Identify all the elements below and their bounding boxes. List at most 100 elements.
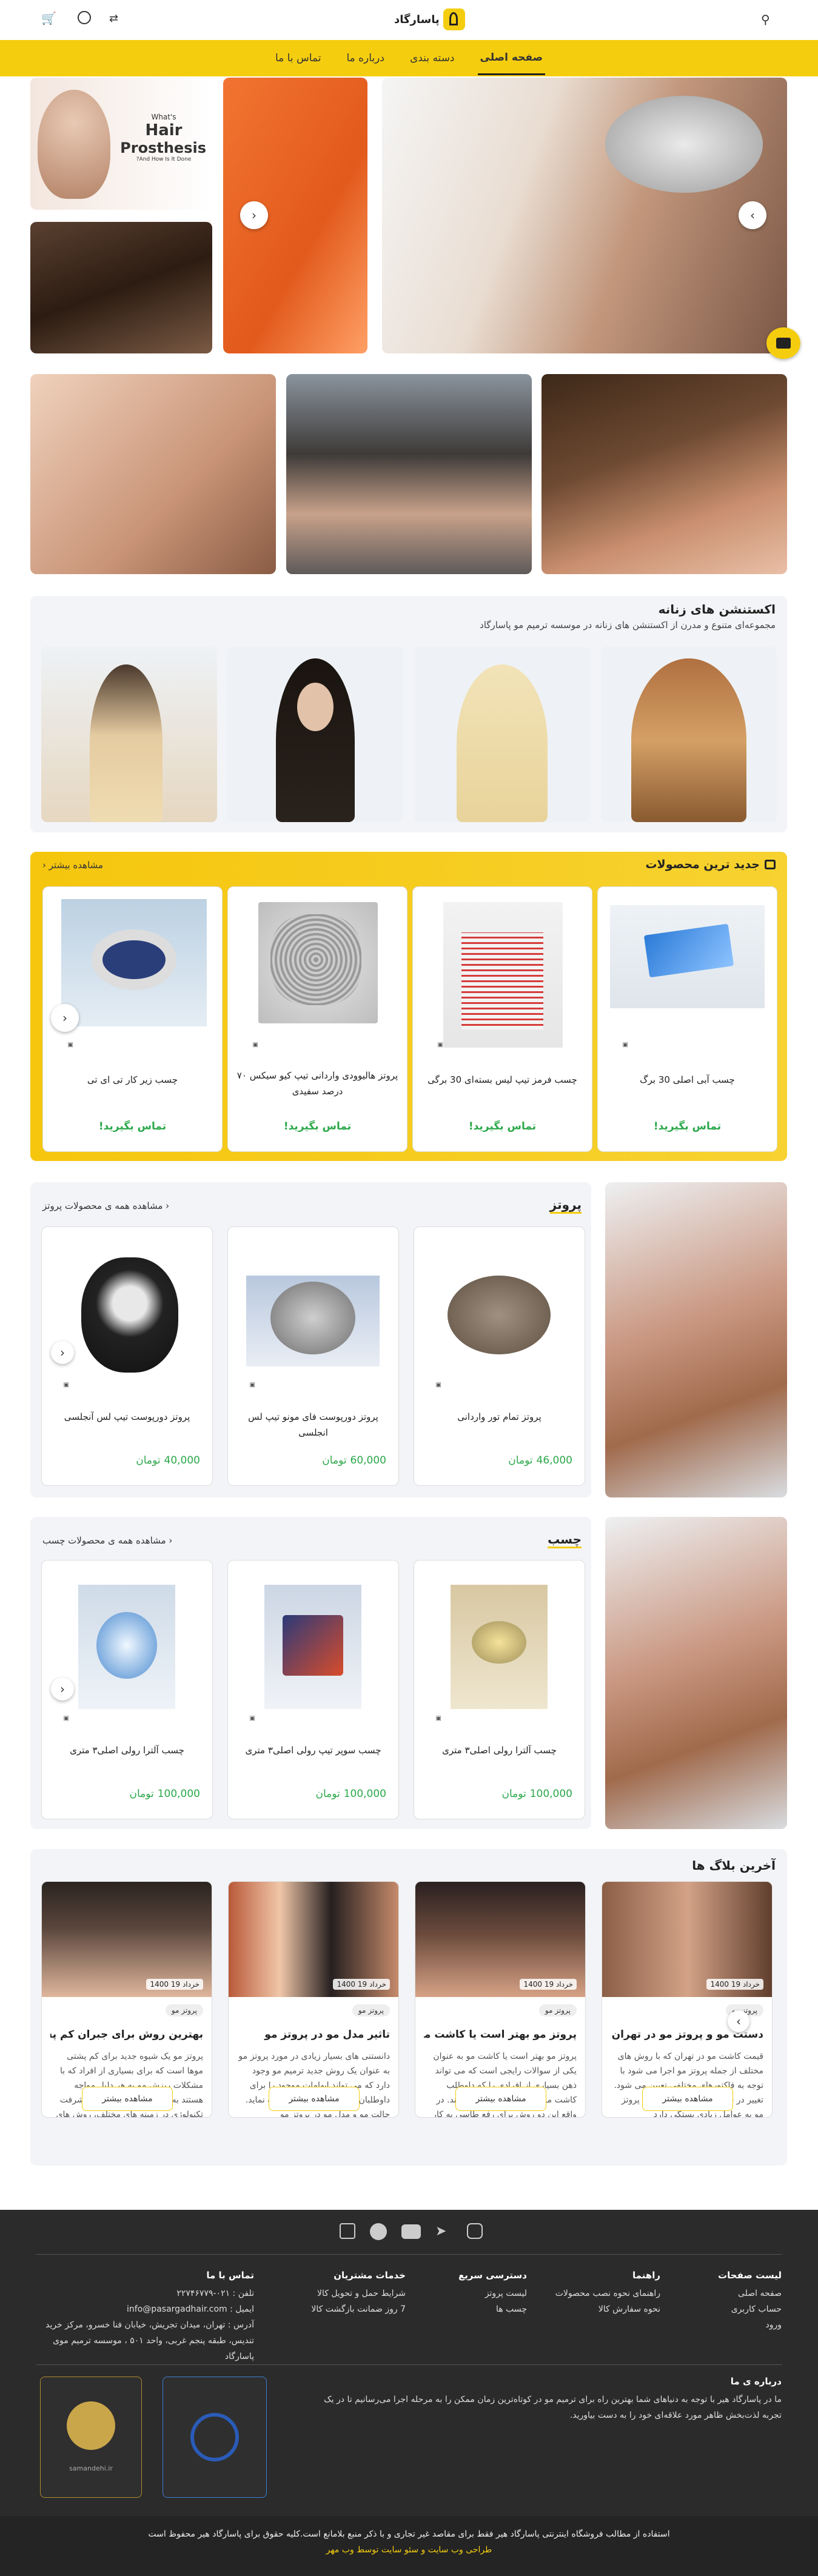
product-title[interactable]: چسب سوپر تیپ رولی اصلی۳ متری [234,1742,392,1758]
new-product-card-3[interactable]: ▣ پروتز هالیوودی واردانی تیپ کیو سیکس ۷۰… [227,886,407,1152]
blog-date: خرداد 19 1400 [146,1979,203,1990]
facebook-icon[interactable] [370,2223,387,2240]
new-product-card-2[interactable]: ▣ چسب فرمز تیپ لیس بسته‌ای 30 برگی تماس … [412,886,592,1152]
blog-tag[interactable]: پروتز مو [165,2004,203,2016]
search-icon[interactable]: ⚲ [761,12,770,27]
contact-cta[interactable]: تماس بگیرید! [413,1120,592,1132]
blog-card-4[interactable]: پروتز مو خرداد 19 1400 بهترین روش برای ج… [41,1881,212,2118]
blog-post-title[interactable]: بهترین روش برای جبران کم پشتی موها [50,2029,203,2041]
product-title[interactable]: پروتز دورپوست فای مونو تیپ لس انجلسی [234,1409,392,1440]
product-title[interactable]: پروتز هالیوودی واردانی تیپ کیو سیکس ۷۰ د… [234,1068,401,1099]
glue-more-link[interactable]: ‹ مشاهده همه ی محصولات چسب [42,1535,172,1546]
contact-cta[interactable]: تماس بگیرید! [228,1120,407,1132]
footer-link[interactable]: لیست پروتز [458,2286,527,2301]
photo-hand-hair[interactable] [30,374,276,574]
telegram-icon[interactable]: ➤ [435,2223,452,2240]
product-title[interactable]: چسب زیر کار تی ای تی [49,1072,216,1088]
blog-card-1[interactable]: پروتز مو خرداد 19 1400 دستت مو و پروتز م… [602,1881,773,2118]
brand-logo-mini: ▣ [63,1715,69,1722]
site-logo[interactable]: پاسارگاد [394,8,465,30]
footer-phone[interactable]: تلفن : ۰۲۱-۲۲۷۴۶۷۷۹ [36,2286,254,2301]
glue-title: چسب [548,1532,582,1548]
nav-about[interactable]: درباره ما [344,42,387,74]
brand-logo-mini: ▣ [67,1042,73,1048]
footer-link[interactable]: شرایط حمل و تحویل کالا [311,2286,406,2301]
prosthesis-more-link[interactable]: ‹ مشاهده همه ی محصولات پروتز [42,1200,169,1211]
hero-hair-photo[interactable] [30,222,212,353]
logo-text: پاسارگاد [394,13,440,26]
product-price: 100,000 تومان [315,1788,386,1800]
prosthesis-prev-arrow[interactable]: ‹ [51,1341,74,1364]
new-products-prev-arrow[interactable]: ‹ [51,1004,79,1032]
glue-prev-arrow[interactable]: ‹ [51,1678,74,1701]
new-products-more-link[interactable]: مشاهده بیشتر ‹ [42,860,103,871]
blog-more-button[interactable]: مشاهده بیشتر [455,2087,546,2111]
prosthesis-promo[interactable]: What's Hair Prosthesis And How Is It Don… [30,78,212,210]
nav-contact[interactable]: تماس با ما [273,42,324,74]
footer-col-title: درباره ی ما [730,2376,782,2387]
promo-line1: What's [151,113,176,121]
logo-icon [443,8,465,30]
nav-categories[interactable]: دسته بندی [407,42,457,74]
product-title[interactable]: چسب فرمز تیپ لیس بسته‌ای 30 برگی [419,1072,586,1088]
chat-button[interactable] [766,327,800,359]
glue-card-2[interactable]: ▣ چسب سوپر تیپ رولی اصلی۳ متری 100,000 ت… [227,1560,399,1819]
hero-main-banner[interactable] [382,78,787,353]
extension-card-2[interactable] [227,646,403,822]
extension-card-4[interactable] [601,646,777,822]
footer-link[interactable]: چسب ها [458,2301,527,2317]
samandehi-badge[interactable]: samandehi.ir [40,2377,142,2498]
glue-side-banner[interactable] [605,1517,787,1829]
aparat-icon[interactable] [340,2223,355,2239]
footer-link[interactable]: نحوه سفارش کالا [555,2301,660,2317]
extension-card-3[interactable] [414,646,590,822]
footer-link[interactable]: راهنمای نحوه نصب محصولات [555,2286,660,2301]
prosthesis-card-2[interactable]: ▣ پروتز دورپوست فای مونو تیپ لس انجلسی 6… [227,1226,399,1486]
compare-icon[interactable]: ⇄ [109,12,118,25]
credit-link[interactable]: طراحی وب سایت و سئو سایت توسط وب مهر [0,2545,818,2555]
blog-card-3[interactable]: پروتز مو خرداد 19 1400 تاثیر مدل مو در پ… [228,1881,399,2118]
prosthesis-card-1[interactable]: ▣ پروتز تمام تور واردانی 46,000 تومان [414,1226,585,1486]
product-title[interactable]: پروتز دورپوست تیپ لس آنجلسی [48,1409,206,1425]
enamad-badge[interactable] [163,2377,267,2498]
youtube-icon[interactable] [401,2224,421,2239]
new-products-title: جدید ترین محصولات [645,858,760,871]
glue-card-1[interactable]: ▣ چسب آلترا رولی اصلی۳ متری 100,000 توما… [414,1560,585,1819]
footer-link[interactable]: 7 روز ضمانت بازگشت کالا [311,2301,406,2317]
contact-cta[interactable]: تماس بگیرید! [43,1120,222,1132]
photo-man-glasses[interactable] [286,374,532,574]
footer-link[interactable]: ورود [718,2317,782,2333]
product-price: 40,000 تومان [136,1454,200,1467]
blog-tag[interactable]: پروتز مو [352,2004,390,2016]
blog-next-arrow[interactable]: › [728,2010,749,2032]
blog-more-button[interactable]: مشاهده بیشتر [269,2087,360,2111]
product-title[interactable]: پروتز تمام تور واردانی [420,1409,578,1425]
footer-email[interactable]: ایمیل : info@pasargadhair.com [36,2301,254,2317]
product-title[interactable]: چسب آلترا رولی اصلی۳ متری [48,1742,206,1758]
blog-more-button[interactable]: مشاهده بیشتر [642,2087,733,2111]
hero-next-arrow[interactable]: › [739,201,766,229]
extension-card-1[interactable] [41,646,217,822]
hero-prev-arrow[interactable]: ‹ [240,201,268,229]
blog-post-title[interactable]: تاثیر مدل مو در پروتز مو [237,2029,390,2041]
product-title[interactable]: چسب آلترا رولی اصلی۳ متری [420,1742,578,1758]
prosthesis-side-banner[interactable] [605,1182,787,1497]
blog-card-2[interactable]: پروتز مو خرداد 19 1400 پروتز مو بهتر است… [415,1881,586,2118]
footer-col-title: راهنما [632,2270,660,2281]
user-icon[interactable] [78,11,91,24]
footer-link[interactable]: صفحه اصلی [718,2286,782,2301]
blog-more-button[interactable]: مشاهده بیشتر [82,2087,173,2111]
contact-cta[interactable]: تماس بگیرید! [598,1120,777,1132]
blog-post-title[interactable]: پروتز مو بهتر است یا کاشت مو؟ [424,2029,577,2041]
photo-man-hair[interactable] [541,374,787,574]
product-price: 60,000 تومان [322,1454,386,1467]
nav-home[interactable]: صفحه اصلی [477,42,546,75]
product-title[interactable]: چسب آبی اصلی 30 برگ [604,1072,771,1088]
promo-line4: And How Is It Done? [136,156,192,162]
new-product-card-1[interactable]: ▣ چسب آبی اصلی 30 برگ تماس بگیرید! [597,886,777,1152]
blog-tag[interactable]: پروتز مو [538,2004,577,2016]
footer-col-title: دسترسی سریع [458,2270,527,2281]
cart-icon[interactable]: 🛒 [41,11,56,25]
footer-link[interactable]: حساب کاربری [718,2301,782,2317]
instagram-icon[interactable] [467,2223,483,2239]
